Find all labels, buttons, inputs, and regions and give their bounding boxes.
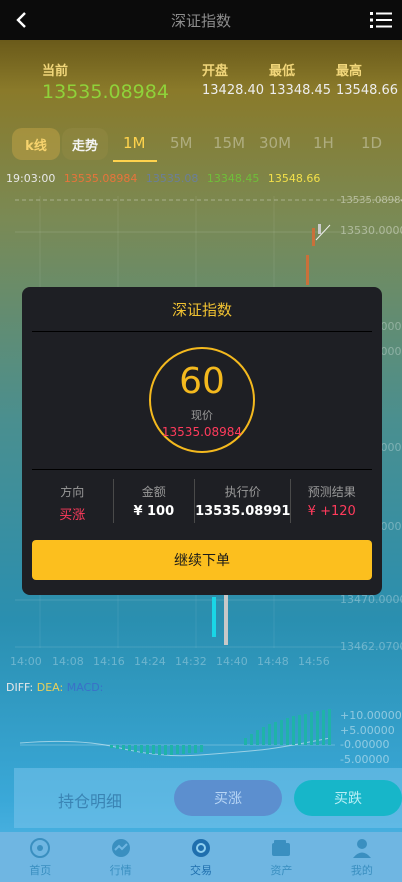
high-label: 最高	[336, 64, 363, 79]
macd-axis-label: +5.00000	[340, 724, 395, 737]
x-label: 14:08	[52, 655, 84, 668]
tab-kline[interactable]: k线	[12, 128, 60, 160]
tab-home[interactable]: 首页	[0, 832, 80, 882]
current-price-caption: 现价	[191, 409, 213, 422]
order-details: 方向 买涨 金额 ¥ 100 执行价 13535.08991 预测结果 ¥ +1…	[32, 479, 372, 523]
macd-legend: DIFF: DEA: MACD:	[6, 681, 103, 694]
countdown-timer: 60 现价 13535.08984	[147, 345, 257, 455]
macd-axis-label: -5.00000	[340, 753, 389, 766]
divider	[32, 331, 372, 332]
result-cell: 预测结果 ¥ +120	[291, 479, 372, 523]
low-label: 最低	[269, 64, 296, 79]
macd-macd-label: MACD:	[66, 681, 104, 694]
wallet-icon	[272, 840, 291, 856]
y-label: 13462.0700	[340, 640, 402, 653]
direction-value: 买涨	[59, 508, 86, 523]
buy-down-button[interactable]: 买跌	[294, 780, 402, 816]
macd-histogram	[110, 709, 331, 755]
result-value: ¥ +120	[307, 504, 356, 519]
amount-label: 金额	[141, 485, 166, 499]
tab-market-label: 行情	[109, 864, 132, 877]
x-label: 14:24	[134, 655, 166, 668]
x-label: 14:32	[175, 655, 207, 668]
action-bar: 持仓明细 买涨 买跌	[14, 768, 402, 828]
candle	[312, 228, 315, 246]
top-bar: 深证指数	[0, 0, 402, 40]
tab-mine-label: 我的	[350, 864, 373, 877]
direction-label: 方向	[60, 485, 85, 499]
tab-mine[interactable]: 我的	[322, 832, 402, 882]
tab-home-label: 首页	[29, 864, 52, 877]
trade-icon	[192, 839, 211, 857]
y-label: 13530.0000	[340, 224, 402, 237]
direction-cell: 方向 买涨	[32, 479, 114, 523]
amount-value: ¥ 100	[133, 504, 175, 519]
macd-chart: +10.00000 +5.00000 -0.00000 -5.00000	[19, 709, 402, 766]
low-value: 13348.45	[269, 83, 332, 98]
ohlc-high: 13548.66	[267, 172, 321, 185]
ohlc-open: 13535.08984	[63, 172, 138, 185]
x-label: 14:48	[257, 655, 289, 668]
divider	[32, 469, 372, 470]
strike-label: 执行价	[224, 485, 261, 499]
x-label: 14:16	[93, 655, 125, 668]
home-icon	[30, 838, 51, 858]
strike-cell: 执行价 13535.08991	[195, 479, 292, 523]
app-screen: 深证指数 当前 13535.08984 开盘 13428.40 最低 13348…	[0, 0, 402, 882]
y-label: 13535.08984	[340, 195, 402, 206]
continue-order-button[interactable]: 继续下单	[32, 540, 372, 580]
modal-title: 深证指数	[171, 301, 232, 319]
candle	[306, 255, 309, 285]
back-icon[interactable]	[12, 10, 32, 30]
candle	[212, 597, 216, 637]
buy-up-button[interactable]: 买涨	[174, 780, 282, 816]
ohlc-time: 19:03:00	[6, 172, 56, 185]
candle	[224, 595, 228, 645]
amount-cell: 金额 ¥ 100	[114, 479, 196, 523]
tab-trend[interactable]: 走势	[62, 128, 108, 160]
menu-icon[interactable]	[370, 10, 392, 30]
period-1h[interactable]: 1H	[313, 134, 334, 152]
modal-current-price: 13535.08984	[161, 425, 243, 439]
current-price: 13535.08984	[42, 81, 169, 103]
quote-panel: 当前 13535.08984 开盘 13428.40 最低 13348.45 最…	[0, 40, 402, 122]
tab-assets-label: 资产	[270, 864, 293, 877]
period-1d[interactable]: 1D	[361, 134, 382, 152]
ohlc-readout: 19:03:00 13535.08984 13535.08 13348.45 1…	[6, 172, 325, 185]
period-15m[interactable]: 15M	[213, 134, 245, 152]
macd-diff-label: DIFF:	[6, 681, 34, 694]
macd-dea-label: DEA:	[36, 681, 64, 694]
period-30m[interactable]: 30M	[259, 134, 291, 152]
tab-market[interactable]: 行情	[80, 832, 160, 882]
open-value: 13428.40	[202, 83, 265, 98]
macd-axis-label: +10.00000	[340, 709, 402, 722]
holdings-link[interactable]: 持仓明细	[58, 788, 122, 812]
tab-trade-label: 交易	[190, 864, 213, 877]
period-active-indicator	[113, 160, 157, 162]
period-5m[interactable]: 5M	[170, 134, 193, 152]
candle	[318, 224, 321, 234]
period-1m[interactable]: 1M	[123, 134, 146, 152]
tab-trade[interactable]: 交易	[161, 832, 241, 882]
user-icon	[352, 839, 371, 858]
page-title: 深证指数	[170, 11, 231, 30]
period-tabs: k线 走势 1M 5M 15M 30M 1H 1D	[0, 126, 402, 162]
high-value: 13548.66	[336, 83, 399, 98]
x-label: 14:56	[298, 655, 330, 668]
current-label: 当前	[42, 64, 69, 79]
bottom-tab-bar: 首页 行情 交易 资产 我的	[0, 832, 402, 882]
market-icon	[111, 839, 130, 857]
tab-assets[interactable]: 资产	[241, 832, 321, 882]
macd-axis-label: -0.00000	[340, 738, 389, 751]
order-result-modal: 深证指数 60 现价 13535.08984 方向 买涨 金额 ¥ 100 执行…	[22, 287, 382, 595]
ohlc-low: 13348.45	[206, 172, 260, 185]
macd-diff-line	[19, 737, 331, 757]
strike-value: 13535.08991	[195, 504, 291, 519]
countdown-number: 60	[179, 361, 225, 402]
result-label: 预测结果	[307, 485, 356, 499]
x-label: 14:00	[10, 655, 42, 668]
x-label: 14:40	[216, 655, 248, 668]
ohlc-close: 13535.08	[145, 172, 199, 185]
open-label: 开盘	[202, 64, 229, 79]
